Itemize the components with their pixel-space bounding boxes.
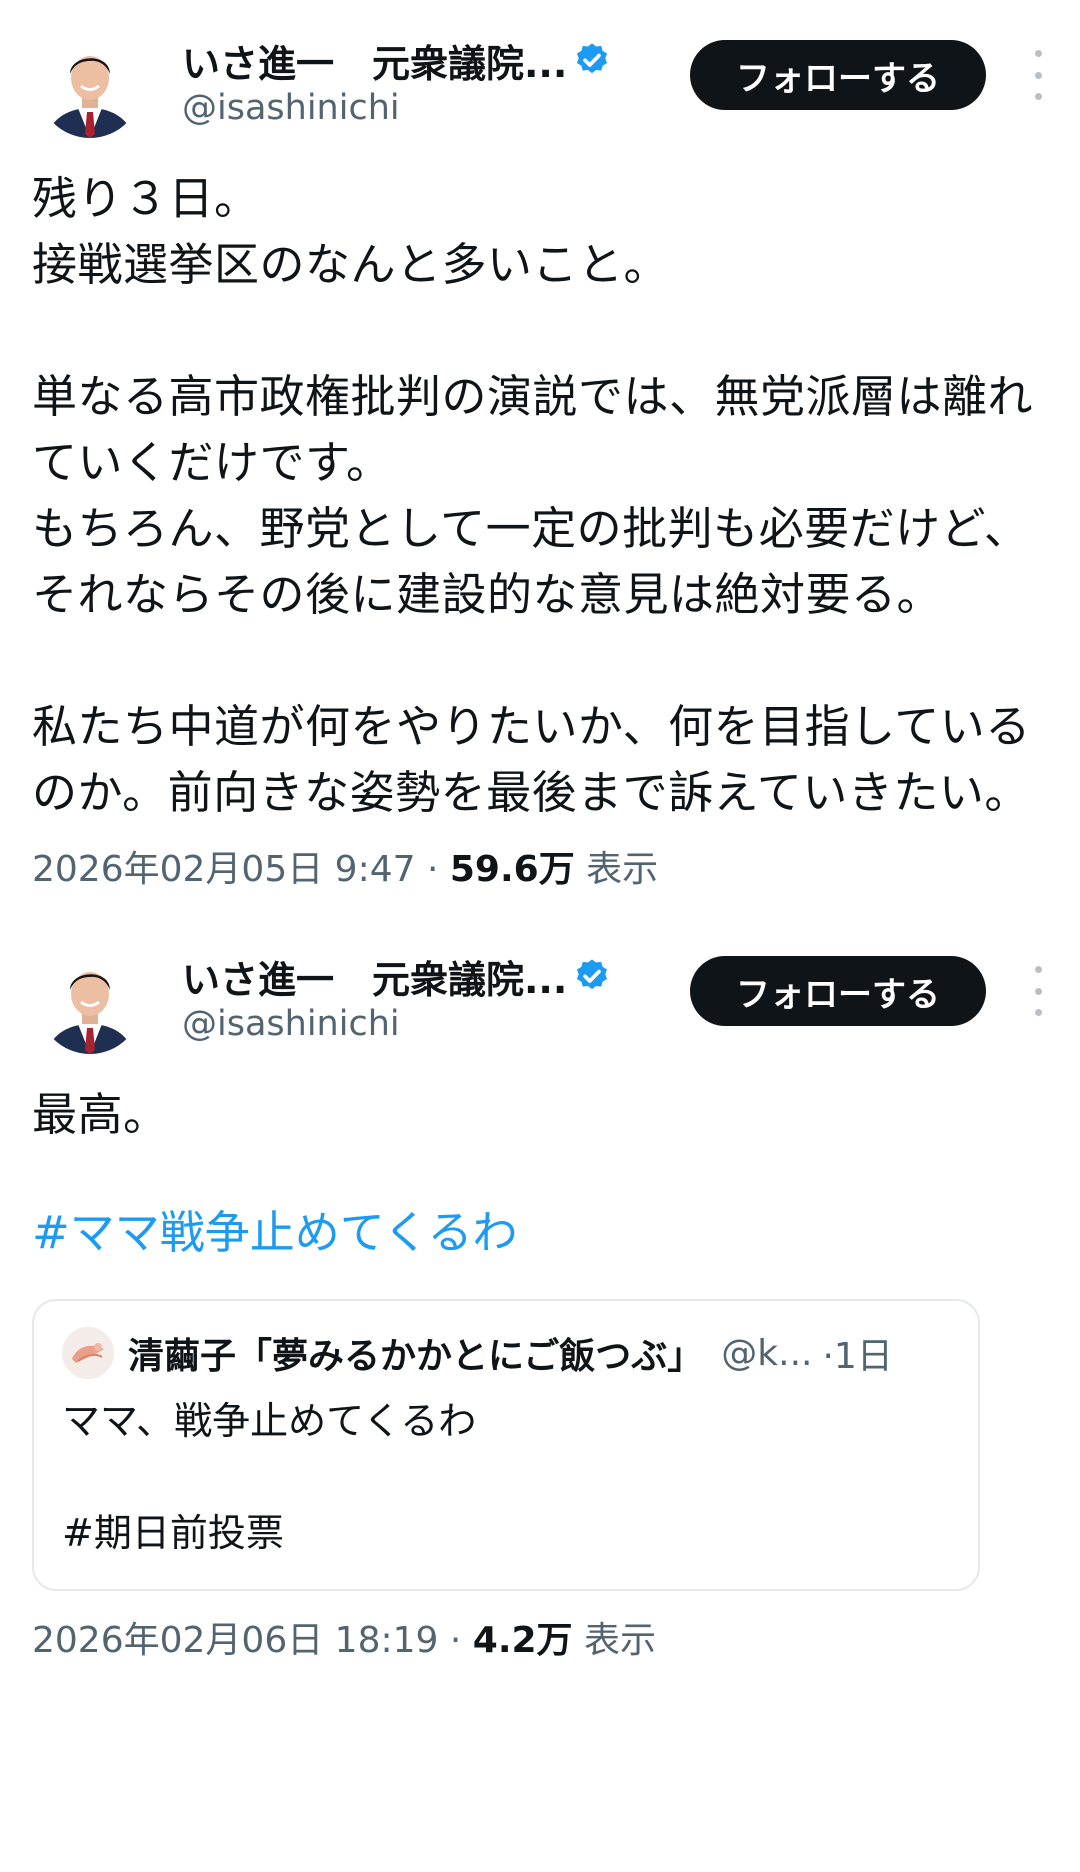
author-names: いさ進一 元衆議院... @isashinichi	[182, 32, 611, 128]
tweet-header: いさ進一 元衆議院... @isashinichi フォローする	[32, 944, 1044, 1072]
quote-header: 清繭子「夢みるかかとにご飯つぶ」 @k... ·1日	[62, 1323, 950, 1383]
name-row: いさ進一 元衆議院...	[182, 32, 611, 88]
avatar[interactable]	[38, 34, 142, 138]
quote-handle: @k...	[721, 1332, 813, 1374]
view-count: 4.2万	[472, 1620, 573, 1661]
name-row: いさ進一 元衆議院...	[182, 948, 611, 1004]
follow-button[interactable]: フォローする	[690, 40, 986, 110]
views-label: 表示	[574, 849, 659, 890]
handle[interactable]: @isashinichi	[182, 1004, 611, 1044]
meta-separator: ·	[438, 1620, 473, 1661]
tweet-meta: 2026年02月06日 18:19 · 4.2万 表示	[32, 1611, 1044, 1663]
verified-badge-icon	[573, 41, 611, 79]
follow-button[interactable]: フォローする	[690, 956, 986, 1026]
quote-text: ママ、戦争止めてくるわ #期日前投票	[62, 1399, 477, 1555]
more-options-icon[interactable]	[1026, 966, 1050, 1016]
handle[interactable]: @isashinichi	[182, 88, 611, 128]
more-options-icon[interactable]	[1026, 50, 1050, 100]
author-names: いさ進一 元衆議院... @isashinichi	[182, 948, 611, 1044]
quote-time: ·1日	[822, 1336, 893, 1377]
avatar[interactable]	[38, 950, 142, 1054]
verified-badge-icon	[573, 957, 611, 995]
timestamp[interactable]: 2026年02月06日 18:19	[32, 1620, 438, 1661]
view-count: 59.6万	[449, 849, 575, 890]
tweet-text: 最高。	[32, 1088, 169, 1141]
quote-author-name: 清繭子「夢みるかかとにご飯つぶ」	[128, 1336, 704, 1377]
timestamp[interactable]: 2026年02月05日 9:47	[32, 849, 416, 890]
views-label: 表示	[572, 1620, 657, 1661]
quoted-tweet[interactable]: 清繭子「夢みるかかとにご飯つぶ」 @k... ·1日 ママ、戦争止めてくるわ #…	[32, 1299, 980, 1591]
display-name[interactable]: いさ進一 元衆議院...	[182, 949, 567, 1004]
tweet-meta: 2026年02月05日 9:47 · 59.6万 表示	[32, 840, 1044, 892]
tweet-header: いさ進一 元衆議院... @isashinichi フォローする	[32, 28, 1044, 156]
tweet-2: いさ進一 元衆議院... @isashinichi フォローする 最高。 #ママ…	[0, 892, 1080, 1663]
meta-separator: ·	[415, 849, 450, 890]
tweet-1: いさ進一 元衆議院... @isashinichi フォローする 残り３日。 接…	[0, 0, 1080, 892]
tweet-text: 残り３日。 接戦選挙区のなんと多いこと。 単なる高市政権批判の演説では、無党派層…	[32, 172, 1034, 819]
hashtag-link[interactable]: #ママ戦争止めてくるわ	[32, 1196, 1044, 1261]
display-name[interactable]: いさ進一 元衆議院...	[182, 33, 567, 88]
quote-avatar	[62, 1327, 114, 1379]
